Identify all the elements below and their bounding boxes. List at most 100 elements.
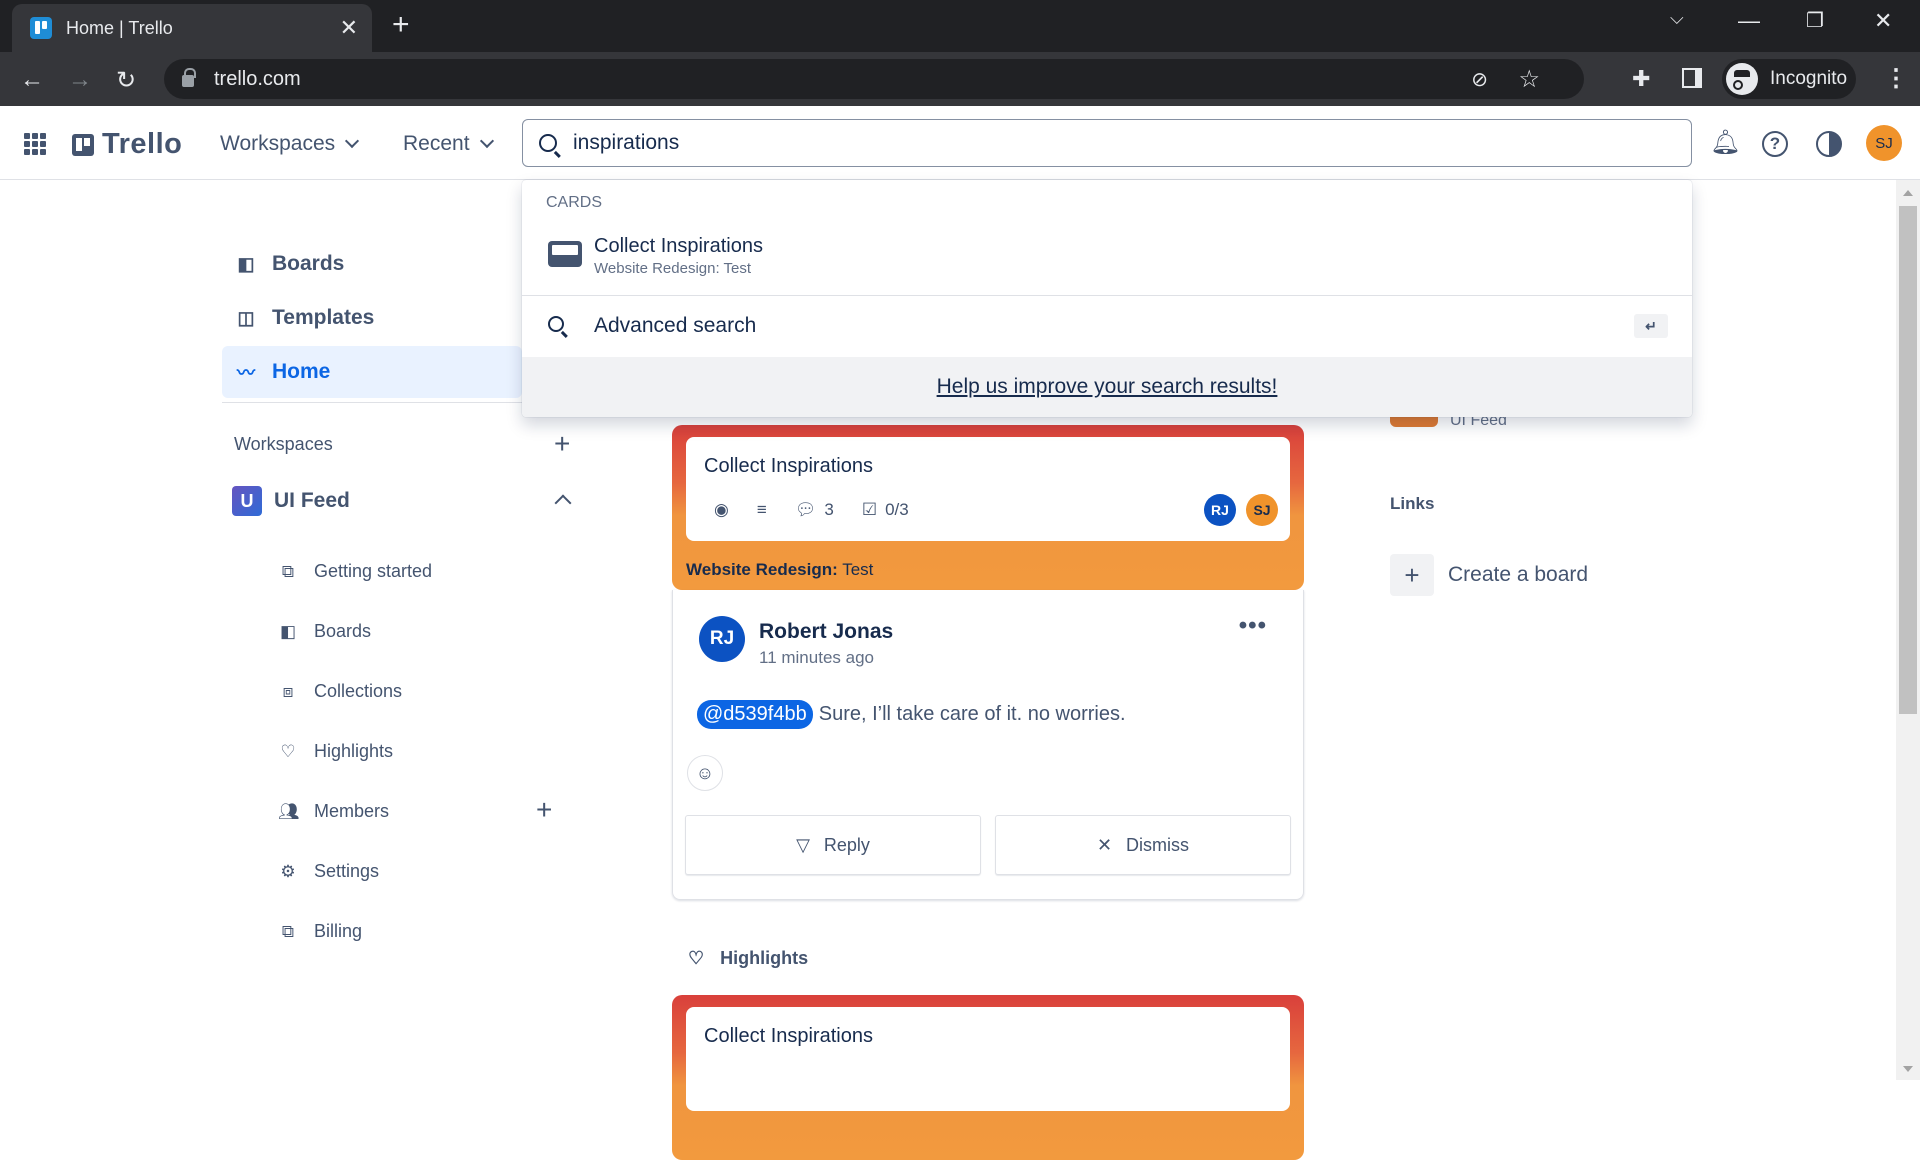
scroll-down-arrow-icon[interactable]: [1903, 1066, 1913, 1072]
workspace-item-boards[interactable]: ◧ Boards: [278, 621, 371, 642]
trello-favicon-icon: [30, 17, 52, 39]
comments-badge: 💬︎ 3: [795, 500, 834, 520]
dismiss-button[interactable]: ✕ Dismiss: [995, 815, 1291, 875]
search-box[interactable]: [522, 119, 1692, 167]
sidebar-item-home[interactable]: 〰 Home: [222, 346, 522, 398]
workspace-name: UI Feed: [274, 489, 350, 512]
browser-tab[interactable]: Home | Trello ✕: [12, 4, 372, 52]
board-icon: ◧: [237, 253, 255, 274]
sidebar-item-boards[interactable]: ◧ Boards: [222, 238, 522, 290]
workspace-item-settings[interactable]: ⚙ Settings: [278, 861, 379, 882]
workspace-item-highlights[interactable]: ♡ Highlights: [278, 741, 393, 762]
close-window-button[interactable]: ✕: [1874, 8, 1892, 34]
comment-author: Robert Jonas: [759, 620, 894, 643]
links-heading: Links: [1390, 494, 1435, 513]
user-avatar[interactable]: SJ: [1866, 125, 1902, 161]
workspace-item-members[interactable]: 👥︎ Members: [278, 801, 389, 822]
minimize-button[interactable]: —: [1738, 8, 1760, 34]
trello-logo[interactable]: Trello: [72, 128, 182, 161]
results-section-heading: CARDS: [546, 194, 603, 211]
workspace-item-label: Billing: [314, 921, 363, 941]
incognito-profile-button[interactable]: Incognito: [1722, 59, 1856, 99]
chevron-up-icon[interactable]: [554, 494, 572, 512]
forward-button[interactable]: →: [68, 66, 92, 94]
add-reaction-icon[interactable]: ☺: [687, 755, 723, 791]
workspace-ui-feed[interactable]: U UI Feed: [232, 486, 350, 516]
new-tab-button[interactable]: +: [392, 8, 410, 42]
workspace-badge: U: [232, 486, 262, 516]
browser-toolbar: ← → ↻ trello.com ⊘ ☆ ✚ Incognito ⋮: [0, 52, 1920, 106]
tracking-protection-icon[interactable]: ⊘: [1471, 67, 1488, 92]
member-avatar[interactable]: RJ: [1204, 494, 1236, 526]
close-tab-icon[interactable]: ✕: [340, 15, 358, 41]
tab-search-icon[interactable]: ⌵: [1670, 8, 1684, 29]
add-member-button[interactable]: +: [536, 794, 552, 826]
feedback-link[interactable]: Help us improve your search results!: [937, 375, 1278, 399]
heart-icon: ♡: [280, 741, 296, 761]
author-avatar[interactable]: RJ: [699, 616, 745, 662]
card-board-info[interactable]: Website Redesign: Test: [686, 560, 873, 580]
comment-text: Sure, I’ll take care of it. no worries.: [818, 703, 1126, 725]
sidebar-item-label: Templates: [272, 306, 375, 329]
page-scrollbar[interactable]: [1896, 180, 1920, 1080]
help-icon[interactable]: ?: [1762, 131, 1788, 157]
trello-logo-text: Trello: [102, 128, 183, 160]
collections-icon: ⧈: [282, 681, 294, 701]
extensions-icon[interactable]: ✚: [1632, 66, 1650, 92]
reload-button[interactable]: ↻: [116, 66, 136, 95]
create-board-button[interactable]: + Create a board: [1390, 554, 1588, 596]
back-button[interactable]: ←: [20, 66, 44, 94]
send-icon: ▽: [796, 834, 810, 855]
search-input[interactable]: [573, 131, 1173, 155]
watch-icon: ◉: [714, 500, 729, 519]
advanced-search-label: Advanced search: [594, 314, 757, 337]
notifications-bell-icon[interactable]: 🔔︎: [1710, 128, 1740, 157]
workspaces-menu[interactable]: Workspaces: [220, 132, 360, 156]
more-options-icon[interactable]: •••: [1239, 612, 1267, 640]
dismiss-label: Dismiss: [1126, 834, 1190, 855]
workspace-item-getting-started[interactable]: ⧉ Getting started: [278, 561, 432, 582]
sidebar-item-label: Boards: [272, 252, 345, 275]
checklist-icon: ☑: [861, 500, 878, 519]
checklist-count: 0/3: [885, 500, 909, 519]
workspace-item-label: Boards: [314, 621, 372, 641]
result-subtitle: Website Redesign: Test: [594, 260, 752, 277]
trello-header: Trello Workspaces Recent 🔔︎ ? SJ: [0, 106, 1920, 180]
reply-button[interactable]: ▽ Reply: [685, 815, 981, 875]
comment-notification: RJ Robert Jonas 11 minutes ago ••• @d539…: [672, 590, 1304, 900]
enter-key-icon: ↵: [1634, 314, 1668, 338]
add-workspace-button[interactable]: +: [554, 428, 570, 460]
briefcase-icon: ⧉: [281, 561, 295, 581]
app-switcher-icon[interactable]: [24, 133, 46, 155]
comment-body: @d539f4bb Sure, I’ll take care of it. no…: [697, 700, 1126, 729]
search-icon: [539, 134, 557, 152]
workspace-item-collections[interactable]: ⧈ Collections: [278, 681, 402, 702]
card-title: Collect Inspirations: [704, 1025, 873, 1047]
address-bar[interactable]: trello.com ⊘ ☆: [164, 59, 1584, 99]
card-front[interactable]: Collect Inspirations: [686, 1007, 1290, 1111]
restore-button[interactable]: ❐: [1806, 8, 1824, 33]
advanced-search-option[interactable]: Advanced search ↵: [522, 296, 1692, 356]
scrollbar-thumb[interactable]: [1899, 206, 1917, 714]
member-avatar[interactable]: SJ: [1246, 494, 1278, 526]
feed-card[interactable]: Collect Inspirations ◉ ≡ 💬︎ 3 ☑ 0/3 RJ SJ …: [672, 425, 1304, 590]
card-front[interactable]: Collect Inspirations ◉ ≡ 💬︎ 3 ☑ 0/3 RJ SJ: [686, 437, 1290, 541]
search-result-card[interactable]: Collect Inspirations Website Redesign: T…: [522, 230, 1692, 290]
comments-count: 3: [824, 500, 834, 519]
sidebar-item-label: Home: [272, 360, 331, 383]
comment-time: 11 minutes ago: [759, 648, 874, 667]
mention-tag[interactable]: @d539f4bb: [697, 700, 813, 729]
scroll-up-arrow-icon[interactable]: [1903, 190, 1913, 196]
gear-icon: ⚙: [280, 861, 296, 881]
theme-toggle-icon[interactable]: [1816, 131, 1842, 157]
highlight-card[interactable]: Collect Inspirations: [672, 995, 1304, 1160]
recent-menu[interactable]: Recent: [403, 132, 494, 156]
sidebar-item-templates[interactable]: ◫ Templates: [222, 292, 522, 344]
chevron-down-icon: [345, 133, 360, 149]
bookmark-star-icon[interactable]: ☆: [1518, 65, 1540, 94]
workspace-item-billing[interactable]: ⧉ Billing: [278, 921, 362, 942]
highlights-label: Highlights: [720, 948, 809, 968]
workspaces-heading: Workspaces: [234, 434, 333, 454]
browser-menu-icon[interactable]: ⋮: [1884, 64, 1908, 93]
side-panel-icon[interactable]: [1682, 68, 1702, 88]
